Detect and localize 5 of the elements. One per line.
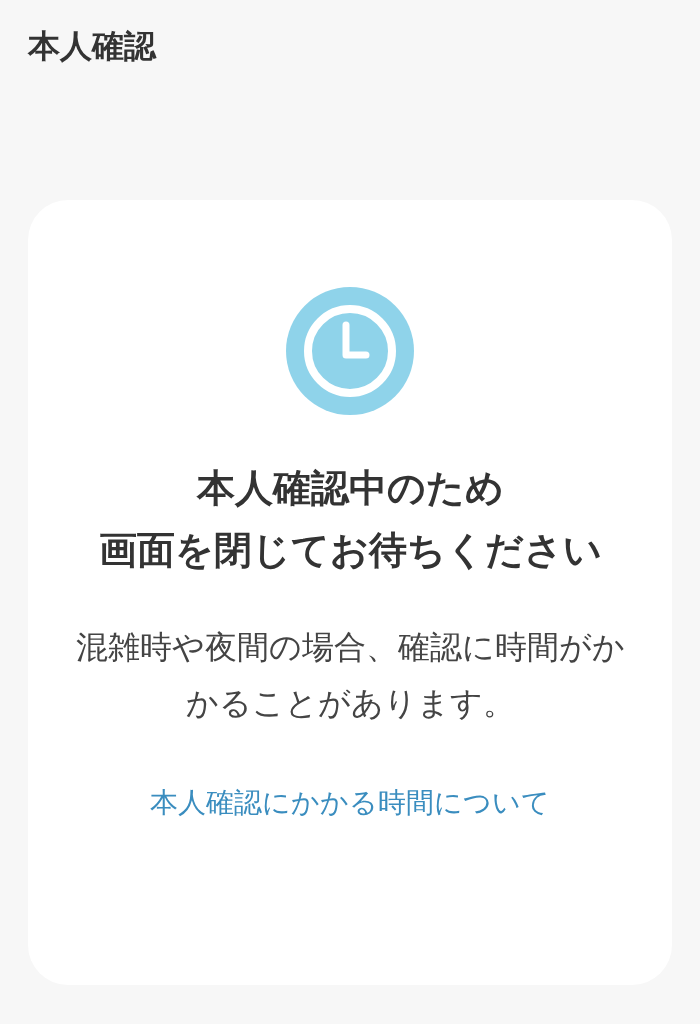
status-heading: 本人確認中のため 画面を閉じてお待ちください — [98, 465, 602, 574]
status-message: 混雑時や夜間の場合、確認に時間がかかることがあります。 — [74, 627, 626, 724]
clock-icon — [286, 287, 414, 415]
info-link[interactable]: 本人確認にかかる時間について — [150, 785, 550, 821]
page-title: 本人確認 — [28, 26, 156, 66]
